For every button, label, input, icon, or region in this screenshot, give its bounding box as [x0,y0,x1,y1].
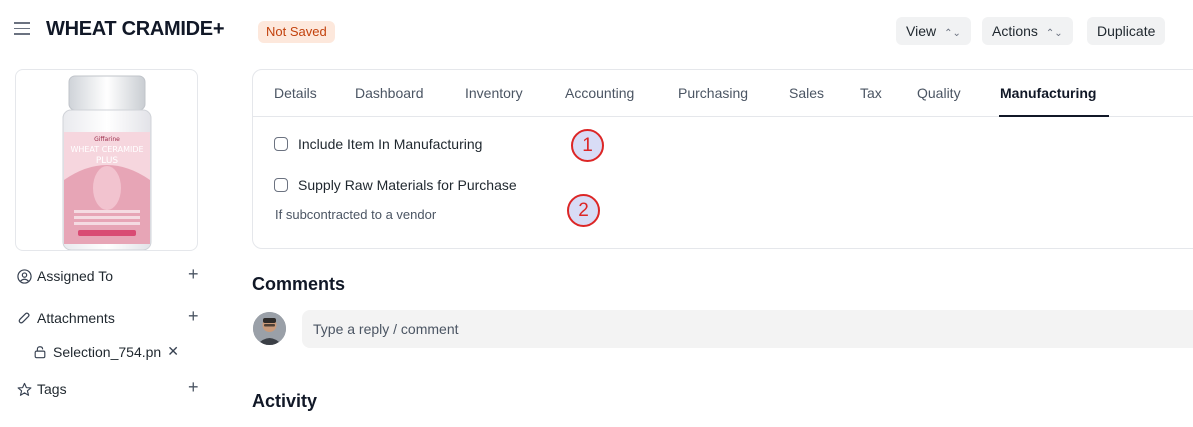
supply-raw-hint: If subcontracted to a vendor [275,207,437,222]
tab-accounting[interactable]: Accounting [565,85,634,101]
updown-chevron-icon: ⌃⌄ [944,28,961,39]
sidebar-assigned-to[interactable]: Assigned To [17,268,113,284]
sidebar-attachments[interactable]: Attachments [17,310,115,326]
updown-chevron-icon: ⌃⌄ [1045,28,1063,39]
user-circle-icon [17,268,32,284]
duplicate-button[interactable]: Duplicate [1087,17,1166,45]
item-form-card: Details Dashboard Inventory Accounting P… [252,69,1193,249]
paperclip-icon [18,312,30,323]
tab-details[interactable]: Details [274,85,317,101]
tab-quality[interactable]: Quality [917,85,961,101]
comment-input[interactable]: Type a reply / comment [302,310,1193,348]
active-tab-indicator [999,115,1109,117]
product-line1-text: WHEAT CERAMIDE [70,145,143,154]
checkbox-box[interactable] [274,137,288,151]
add-assignee-button[interactable]: + [188,264,199,285]
add-tag-button[interactable]: + [188,377,199,398]
user-avatar-image [253,312,286,345]
actions-button[interactable]: Actions ⌃⌄ [982,17,1073,45]
include-item-in-manufacturing-checkbox[interactable]: Include Item In Manufacturing [274,136,482,152]
tags-label: Tags [37,381,67,397]
attachment-filename[interactable]: Selection_754.pn [53,344,161,360]
assigned-to-label: Assigned To [37,268,114,284]
product-image[interactable]: Giffarine WHEAT CERAMIDE PLUS [15,69,198,251]
activity-title: Activity [252,391,318,411]
tab-inventory[interactable]: Inventory [465,85,523,101]
include-item-label: Include Item In Manufacturing [298,136,483,152]
attachment-item[interactable]: Selection_754.pn ✕ [33,343,179,360]
view-button[interactable]: View ⌃⌄ [896,17,971,45]
supply-raw-materials-checkbox[interactable]: Supply Raw Materials for Purchase [274,177,517,193]
product-brand-text: Giffarine [94,136,120,143]
tab-manufacturing[interactable]: Manufacturing [1000,85,1096,101]
remove-attachment-icon[interactable]: ✕ [167,343,179,360]
annotation-marker-1: 1 [571,129,604,162]
comments-title: Comments [252,274,346,294]
product-line2-text: PLUS [96,156,119,166]
star-icon [17,382,32,396]
attachments-label: Attachments [37,310,115,326]
status-badge: Not Saved [258,21,335,43]
form-tabs: Details Dashboard Inventory Accounting P… [253,70,1193,117]
sidebar-tags[interactable]: Tags [17,381,67,397]
tab-purchasing[interactable]: Purchasing [678,85,748,101]
tab-sales[interactable]: Sales [789,85,824,101]
menu-icon[interactable] [14,22,30,36]
tab-tax[interactable]: Tax [860,85,882,101]
annotation-marker-2: 2 [567,194,600,227]
lock-icon [34,345,46,358]
actions-button-label: Actions [992,23,1038,39]
avatar [253,312,286,345]
page-title: WHEAT CRAMIDE+ [46,18,225,40]
tab-dashboard[interactable]: Dashboard [355,85,424,101]
supply-raw-label: Supply Raw Materials for Purchase [298,177,517,193]
checkbox-box[interactable] [274,178,288,192]
product-bottle-image: Giffarine WHEAT CERAMIDE PLUS [62,75,152,250]
add-attachment-button[interactable]: + [188,306,199,327]
view-button-label: View [906,23,937,39]
